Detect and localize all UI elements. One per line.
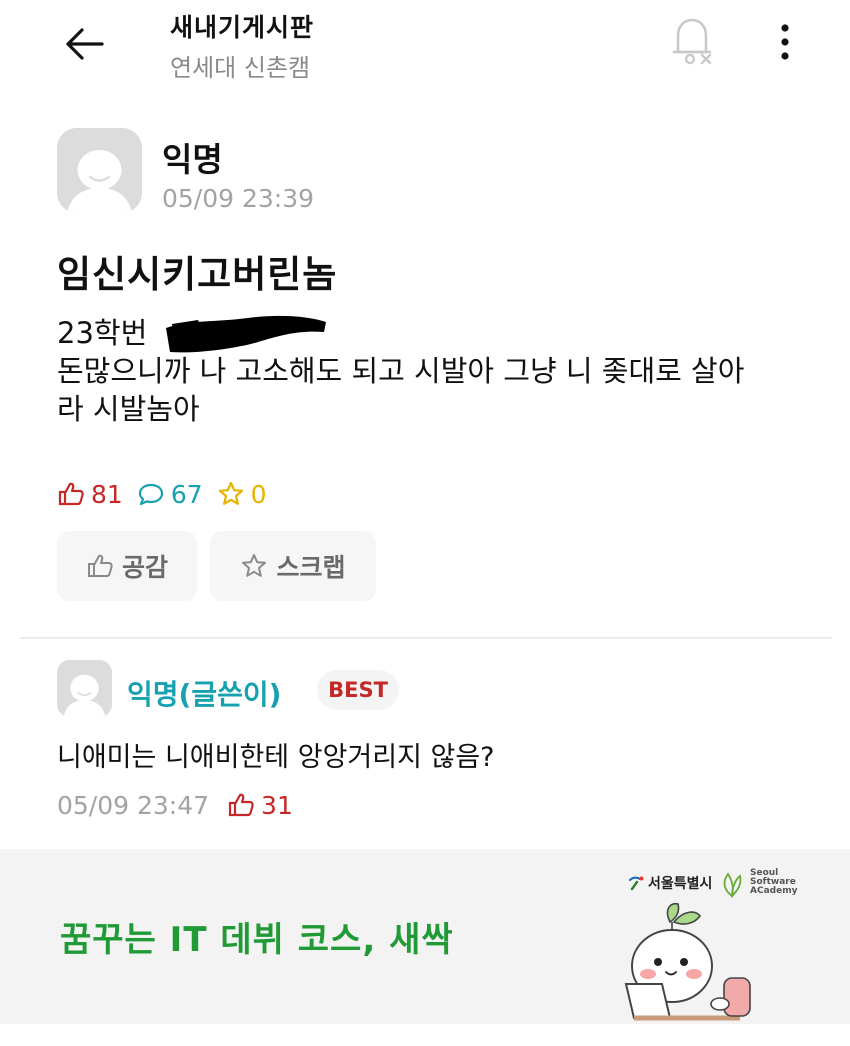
scrap-count: 0 xyxy=(250,479,267,509)
comment-timestamp: 05/09 23:47 xyxy=(57,790,210,820)
comment-text: 니애미는 니애비한테 앙앙거리지 않음? xyxy=(57,742,495,773)
redaction-scribble xyxy=(166,315,326,353)
academy-logo: Seoul Software ACademy xyxy=(718,866,797,898)
like-button-label: 공감 xyxy=(121,553,168,582)
post-title: 임신시키고버린놈 xyxy=(57,253,338,296)
sprout-logo-icon xyxy=(723,872,742,898)
sprout-mascot-illustration xyxy=(624,902,751,1021)
like-count: 81 xyxy=(91,479,123,509)
more-options-button[interactable] xyxy=(770,18,800,66)
comment-meta: 05/09 23:47 31 xyxy=(57,789,293,821)
post-timestamp: 05/09 23:39 xyxy=(162,184,315,213)
default-avatar-icon xyxy=(57,128,142,213)
best-badge: BEST xyxy=(317,670,399,710)
seoul-symbol-icon xyxy=(629,876,644,891)
like-button[interactable]: 공감 xyxy=(57,531,197,601)
scrap-button[interactable]: 스크랩 xyxy=(210,531,376,601)
board-subtitle: 연세대 신촌캠 xyxy=(170,54,311,82)
bell-off-icon xyxy=(672,18,712,65)
notification-toggle-button[interactable] xyxy=(668,14,718,68)
scrap-stat: 0 xyxy=(217,480,267,509)
author-name: 익명 xyxy=(162,140,223,179)
star-icon xyxy=(242,554,267,577)
comment-count: 67 xyxy=(170,479,203,509)
back-arrow-icon xyxy=(66,28,104,60)
ad-headline[interactable]: 꿈꾸는 IT 데뷔 코스, 새싹 xyxy=(60,912,454,961)
default-avatar-icon xyxy=(57,660,112,717)
like-stat: 81 xyxy=(57,480,123,509)
comment-avatar xyxy=(57,660,112,717)
comment-author: 익명(글쓴이) xyxy=(127,678,282,711)
post-body-line: 라 시발놈아 xyxy=(57,392,200,426)
thumbs-up-icon xyxy=(87,554,113,577)
board-title: 새내기게시판 xyxy=(170,13,315,42)
thumbs-up-icon xyxy=(58,482,84,506)
speech-bubble-icon xyxy=(138,483,163,506)
comment-like-count: 31 xyxy=(261,790,293,820)
more-vertical-icon xyxy=(781,24,789,60)
comment-like-stat: 31 xyxy=(227,791,293,820)
comment-stat: 67 xyxy=(137,480,203,509)
academy-logo-text: Seoul Software ACademy xyxy=(750,867,798,896)
seoul-city-logo: 서울특별시 xyxy=(627,873,712,893)
section-divider xyxy=(20,637,832,639)
thumbs-up-icon xyxy=(228,793,254,817)
seoul-logo-text: 서울특별시 xyxy=(648,876,713,892)
star-icon xyxy=(218,481,243,505)
back-button[interactable] xyxy=(60,22,110,66)
author-avatar xyxy=(57,128,142,213)
post-stats: 81 67 0 xyxy=(57,476,281,512)
scrap-button-label: 스크랩 xyxy=(276,553,346,582)
